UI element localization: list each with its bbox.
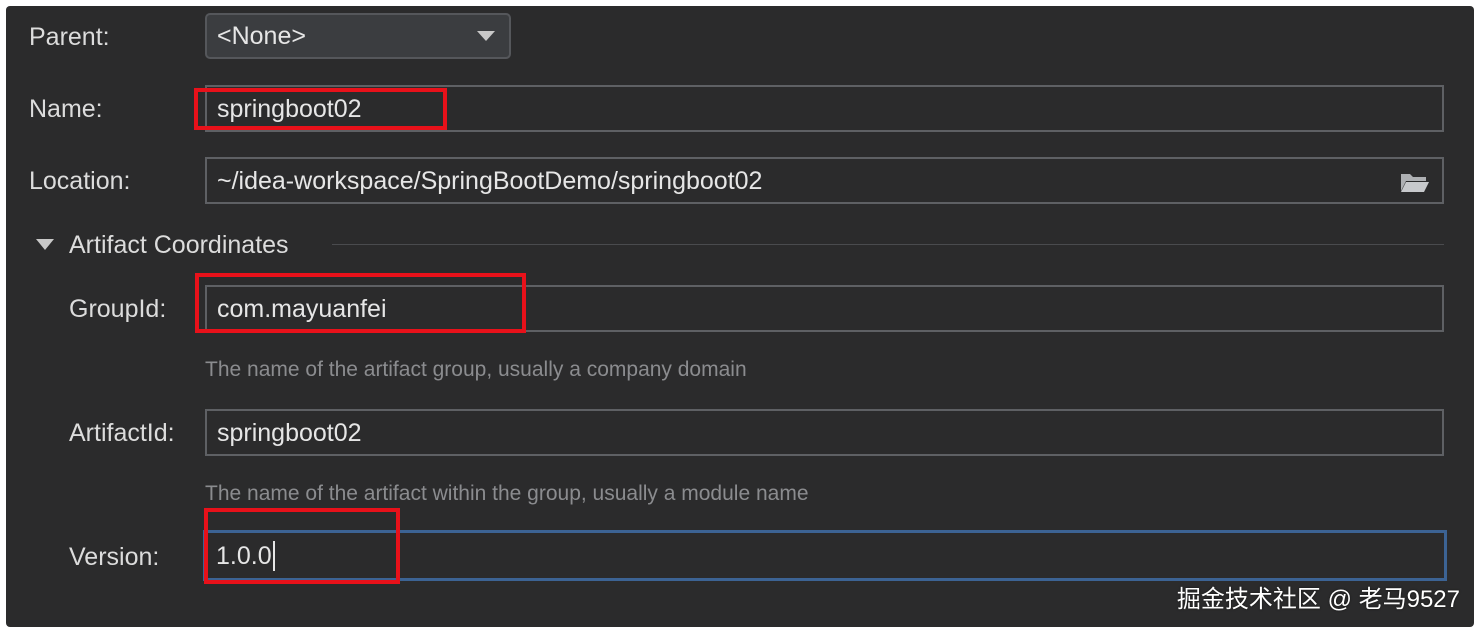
- artifactid-hint: The name of the artifact within the grou…: [205, 482, 809, 505]
- artifact-section-title[interactable]: Artifact Coordinates: [69, 230, 289, 260]
- groupid-input[interactable]: com.mayuanfei: [205, 285, 1444, 332]
- parent-dropdown[interactable]: <None>: [205, 13, 511, 59]
- chevron-down-icon: [477, 31, 495, 41]
- artifactid-label: ArtifactId:: [69, 419, 175, 447]
- name-input-value: springboot02: [217, 94, 362, 123]
- watermark: 掘金技术社区 @ 老马9527: [1176, 586, 1460, 613]
- section-divider: [332, 244, 1444, 245]
- folder-icon[interactable]: [1400, 171, 1430, 193]
- version-input-value: 1.0.0: [216, 541, 272, 570]
- location-label: Location:: [29, 167, 131, 195]
- groupid-label: GroupId:: [69, 295, 167, 323]
- artifactid-input-value: springboot02: [217, 418, 362, 447]
- name-input[interactable]: springboot02: [205, 85, 1444, 132]
- groupid-input-value: com.mayuanfei: [217, 294, 387, 323]
- groupid-hint: The name of the artifact group, usually …: [205, 358, 747, 381]
- location-input[interactable]: ~/idea-workspace/SpringBootDemo/springbo…: [205, 157, 1444, 204]
- name-label: Name:: [29, 95, 103, 123]
- parent-label: Parent:: [29, 23, 110, 51]
- version-input[interactable]: 1.0.0: [203, 530, 1447, 581]
- parent-dropdown-value: <None>: [217, 21, 306, 50]
- version-label: Version:: [69, 543, 160, 571]
- text-cursor: [272, 540, 275, 571]
- artifactid-input[interactable]: springboot02: [205, 409, 1444, 456]
- triangle-down-icon[interactable]: [36, 239, 54, 250]
- location-input-value: ~/idea-workspace/SpringBootDemo/springbo…: [217, 166, 763, 195]
